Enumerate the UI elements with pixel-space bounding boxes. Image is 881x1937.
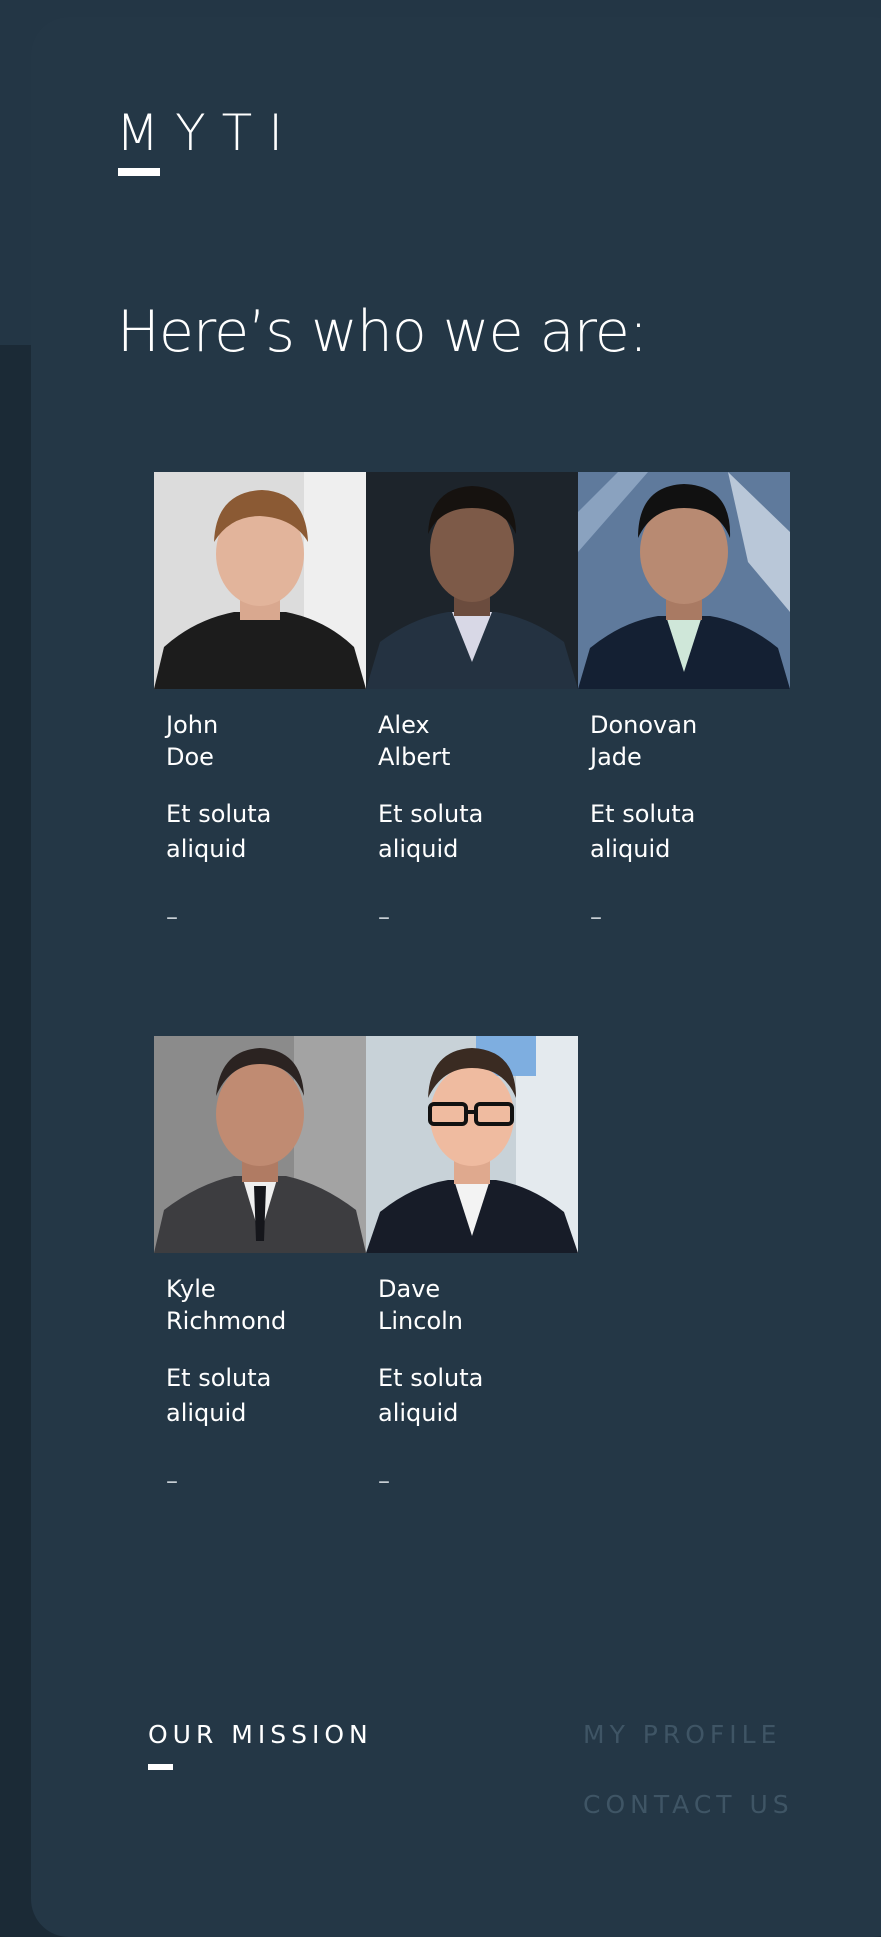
team-role: Et soluta xyxy=(166,1364,272,1392)
team-card-john-doe[interactable]: John Doe Et soluta aliquid – xyxy=(154,472,366,929)
team-dash: – xyxy=(166,1467,178,1495)
team-first-name: Alex xyxy=(378,711,430,739)
team-last-name: Doe xyxy=(166,743,214,771)
team-role: aliquid xyxy=(166,835,247,863)
logo-text: MYTI xyxy=(116,104,299,162)
nav-contact-us-label: CONTACT US xyxy=(583,1790,794,1819)
team-photo-john-doe xyxy=(154,472,366,689)
team-photo-alex-albert xyxy=(366,472,578,689)
team-first-name: John xyxy=(166,711,219,739)
team-role: aliquid xyxy=(590,835,671,863)
team-card-alex-albert[interactable]: Alex Albert Et soluta aliquid – xyxy=(366,472,578,929)
team-first-name: Donovan xyxy=(590,711,698,739)
team-role: aliquid xyxy=(378,1399,459,1427)
team-last-name: Albert xyxy=(378,743,451,771)
nav-contact-us[interactable]: CONTACT US xyxy=(583,1790,794,1819)
page-title: Here’s who we are: xyxy=(117,299,648,365)
team-photo-donovan-jade xyxy=(578,472,790,689)
team-dash: – xyxy=(590,903,602,931)
logo-underline xyxy=(118,168,160,176)
team-card-donovan-jade[interactable]: Donovan Jade Et soluta aliquid – xyxy=(578,472,790,929)
team-role: Et soluta xyxy=(590,800,696,828)
team-photo-dave-lincoln xyxy=(366,1036,578,1253)
team-first-name: Dave xyxy=(378,1275,441,1303)
team-role: Et soluta xyxy=(378,1364,484,1392)
team-card-kyle-richmond[interactable]: Kyle Richmond Et soluta aliquid – xyxy=(154,1036,366,1493)
team-card-dave-lincoln[interactable]: Dave Lincoln Et soluta aliquid – xyxy=(366,1036,578,1493)
team-role: Et soluta xyxy=(166,800,272,828)
team-role: aliquid xyxy=(378,835,459,863)
brand-logo[interactable]: MYTI xyxy=(116,104,299,176)
team-role: Et soluta xyxy=(378,800,484,828)
team-first-name: Kyle xyxy=(166,1275,216,1303)
team-last-name: Richmond xyxy=(166,1307,287,1335)
nav-my-profile-label: MY PROFILE xyxy=(583,1720,782,1749)
team-dash: – xyxy=(166,903,178,931)
team-dash: – xyxy=(378,903,390,931)
nav-our-mission-label: OUR MISSION xyxy=(148,1720,373,1749)
nav-our-mission[interactable]: OUR MISSION xyxy=(148,1720,373,1770)
nav-my-profile[interactable]: MY PROFILE xyxy=(583,1720,781,1749)
team-last-name: Jade xyxy=(590,743,642,771)
team-last-name: Lincoln xyxy=(378,1307,464,1335)
team-role: aliquid xyxy=(166,1399,247,1427)
team-photo-kyle-richmond xyxy=(154,1036,366,1253)
team-dash: – xyxy=(378,1467,390,1495)
nav-active-indicator xyxy=(148,1764,173,1770)
